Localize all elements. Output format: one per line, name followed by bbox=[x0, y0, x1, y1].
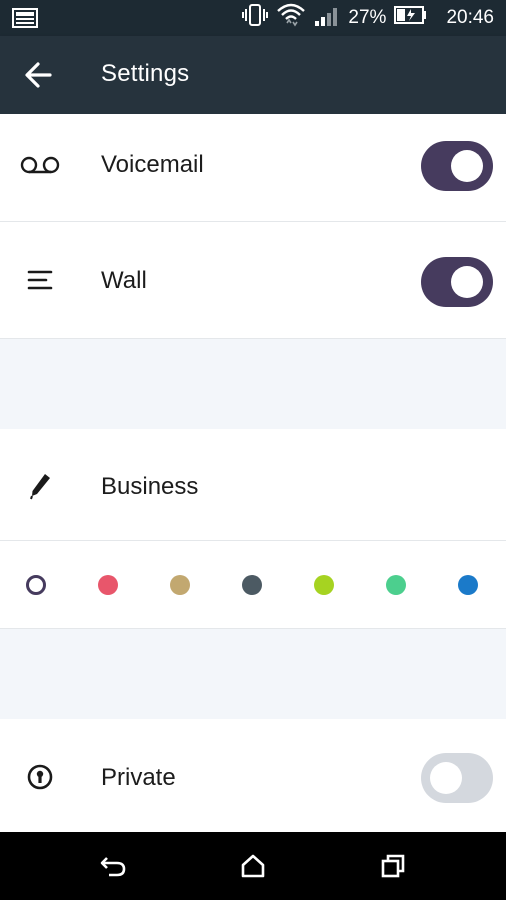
setting-row-private: Private bbox=[0, 719, 506, 832]
color-option-slate[interactable] bbox=[242, 575, 262, 595]
section-divider bbox=[0, 629, 506, 719]
voicemail-icon bbox=[20, 145, 60, 185]
back-nav-icon[interactable] bbox=[97, 850, 129, 882]
voicemail-label: Voicemail bbox=[101, 151, 204, 178]
status-time: 20:46 bbox=[446, 7, 494, 28]
wall-label: Wall bbox=[101, 267, 147, 294]
menu-lines-icon bbox=[20, 260, 60, 300]
recents-nav-icon[interactable] bbox=[377, 850, 409, 882]
section-divider bbox=[0, 339, 506, 429]
battery-charging-icon bbox=[394, 5, 428, 31]
battery-percent: 27% bbox=[348, 7, 387, 28]
color-option-blue[interactable] bbox=[458, 575, 478, 595]
page-title: Settings bbox=[101, 60, 190, 87]
home-nav-icon[interactable] bbox=[237, 850, 269, 882]
color-option-lime[interactable] bbox=[314, 575, 334, 595]
status-bar: 27% 20:46 bbox=[0, 0, 506, 36]
pencil-icon bbox=[20, 466, 60, 506]
signal-icon bbox=[314, 3, 340, 33]
wall-toggle[interactable] bbox=[421, 257, 493, 307]
private-label: Private bbox=[101, 764, 176, 791]
toggle-knob bbox=[451, 266, 483, 298]
setting-row-voicemail: Voicemail bbox=[0, 114, 506, 222]
wifi-icon bbox=[276, 1, 306, 35]
business-label: Business bbox=[101, 473, 199, 500]
setting-row-business[interactable]: Business bbox=[0, 429, 506, 541]
color-picker bbox=[0, 541, 506, 629]
private-toggle[interactable] bbox=[421, 753, 493, 803]
toggle-knob bbox=[430, 762, 462, 794]
gallery-icon bbox=[12, 8, 38, 33]
navigation-bar bbox=[0, 832, 506, 900]
color-option-tan[interactable] bbox=[170, 575, 190, 595]
vibrate-icon bbox=[242, 3, 269, 33]
color-option-red[interactable] bbox=[98, 575, 118, 595]
toggle-knob bbox=[451, 150, 483, 182]
color-option-green[interactable] bbox=[386, 575, 406, 595]
voicemail-toggle[interactable] bbox=[421, 141, 493, 191]
keyhole-lock-icon bbox=[20, 757, 60, 797]
setting-row-wall: Wall bbox=[0, 222, 506, 339]
app-bar: Settings bbox=[0, 36, 506, 114]
color-option-selected[interactable] bbox=[26, 575, 46, 595]
arrow-back-icon[interactable] bbox=[20, 57, 56, 93]
